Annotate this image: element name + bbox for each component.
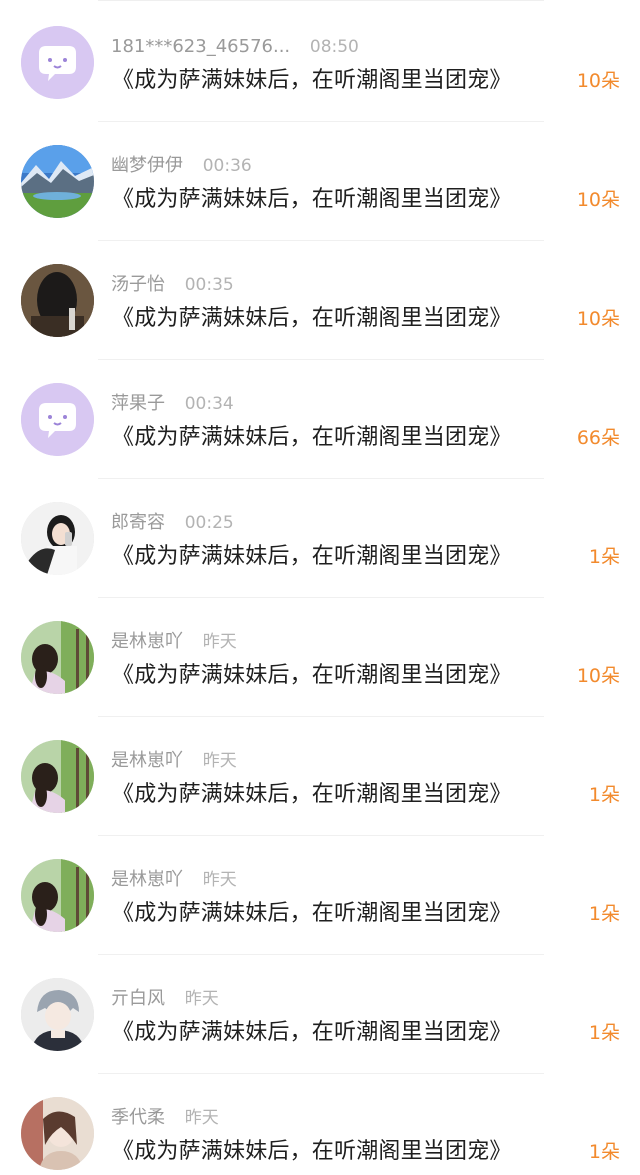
username[interactable]: 是林崽吖: [111, 750, 183, 771]
list-item[interactable]: 幽梦伊伊 00:36 《成为萨满妹妹后，在听潮阁里当团宠》 10朵: [0, 122, 640, 241]
meta-line: 汤子怡 00:35: [111, 273, 234, 297]
username[interactable]: 郎寄容: [111, 512, 165, 533]
girl-trees-avatar[interactable]: [21, 740, 94, 813]
gift-count: 66朵: [576, 427, 620, 449]
list-item[interactable]: 是林崽吖 昨天 《成为萨满妹妹后，在听潮阁里当团宠》 1朵: [0, 717, 640, 836]
meta-line: 是林崽吖 昨天: [111, 630, 237, 654]
username[interactable]: 季代柔: [111, 1107, 165, 1128]
book-title[interactable]: 《成为萨满妹妹后，在听潮阁里当团宠》: [112, 303, 512, 335]
gift-count: 1朵: [588, 903, 620, 925]
meta-line: 郎寄容 00:25: [111, 511, 234, 535]
meta-line: 幽梦伊伊 00:36: [111, 154, 252, 178]
default-avatar[interactable]: [21, 26, 94, 99]
gift-count: 10朵: [576, 665, 620, 687]
username[interactable]: 是林崽吖: [111, 869, 183, 890]
selfie-girl-avatar[interactable]: [21, 502, 94, 575]
gift-count: 1朵: [588, 546, 620, 568]
mountain-lake-avatar[interactable]: [21, 145, 94, 218]
book-title[interactable]: 《成为萨满妹妹后，在听潮阁里当团宠》: [112, 1017, 512, 1049]
list-item[interactable]: 季代柔 昨天 《成为萨满妹妹后，在听潮阁里当团宠》 1朵: [0, 1074, 640, 1175]
timestamp: 昨天: [184, 989, 219, 1009]
meta-line: 季代柔 昨天: [111, 1106, 219, 1130]
timestamp: 昨天: [202, 870, 237, 890]
book-title[interactable]: 《成为萨满妹妹后，在听潮阁里当团宠》: [112, 422, 512, 454]
book-title[interactable]: 《成为萨满妹妹后，在听潮阁里当团宠》: [112, 541, 512, 573]
timestamp: 08:50: [309, 37, 359, 57]
gift-count: 1朵: [588, 1141, 620, 1163]
dark-photo-avatar[interactable]: [21, 264, 94, 337]
list-item[interactable]: 郎寄容 00:25 《成为萨满妹妹后，在听潮阁里当团宠》 1朵: [0, 479, 640, 598]
book-title[interactable]: 《成为萨满妹妹后，在听潮阁里当团宠》: [112, 779, 512, 811]
list-item[interactable]: 汤子怡 00:35 《成为萨满妹妹后，在听潮阁里当团宠》 10朵: [0, 241, 640, 360]
list-item[interactable]: 是林崽吖 昨天 《成为萨满妹妹后，在听潮阁里当团宠》 1朵: [0, 836, 640, 955]
book-title[interactable]: 《成为萨满妹妹后，在听潮阁里当团宠》: [112, 184, 512, 216]
default-avatar[interactable]: [21, 383, 94, 456]
gift-count: 1朵: [588, 784, 620, 806]
timestamp: 00:25: [184, 513, 234, 533]
list-item[interactable]: 181***623_46576... 08:50 《成为萨满妹妹后，在听潮阁里当…: [0, 3, 640, 122]
username[interactable]: 亓白风: [111, 988, 165, 1009]
anime-painting-avatar[interactable]: [21, 1097, 94, 1170]
meta-line: 是林崽吖 昨天: [111, 868, 237, 892]
book-title[interactable]: 《成为萨满妹妹后，在听潮阁里当团宠》: [112, 660, 512, 692]
meta-line: 181***623_46576... 08:50: [111, 35, 359, 59]
book-title[interactable]: 《成为萨满妹妹后，在听潮阁里当团宠》: [112, 1136, 512, 1168]
gift-list: 181***623_46576... 08:50 《成为萨满妹妹后，在听潮阁里当…: [0, 0, 640, 1175]
girl-trees-avatar[interactable]: [21, 859, 94, 932]
timestamp: 昨天: [184, 1108, 219, 1128]
girl-trees-avatar[interactable]: [21, 621, 94, 694]
anime-character-avatar[interactable]: [21, 978, 94, 1051]
book-title[interactable]: 《成为萨满妹妹后，在听潮阁里当团宠》: [112, 898, 512, 930]
book-title[interactable]: 《成为萨满妹妹后，在听潮阁里当团宠》: [112, 65, 512, 97]
gift-count: 10朵: [576, 189, 620, 211]
username[interactable]: 是林崽吖: [111, 631, 183, 652]
meta-line: 是林崽吖 昨天: [111, 749, 237, 773]
timestamp: 00:34: [184, 394, 234, 414]
timestamp: 00:36: [202, 156, 252, 176]
list-item[interactable]: 是林崽吖 昨天 《成为萨满妹妹后，在听潮阁里当团宠》 10朵: [0, 598, 640, 717]
username[interactable]: 萍果子: [111, 393, 165, 414]
timestamp: 00:35: [184, 275, 234, 295]
username[interactable]: 幽梦伊伊: [111, 155, 183, 176]
timestamp: 昨天: [202, 751, 237, 771]
meta-line: 亓白风 昨天: [111, 987, 219, 1011]
gift-count: 10朵: [576, 308, 620, 330]
username[interactable]: 181***623_46576...: [111, 36, 290, 57]
timestamp: 昨天: [202, 632, 237, 652]
list-item[interactable]: 萍果子 00:34 《成为萨满妹妹后，在听潮阁里当团宠》 66朵: [0, 360, 640, 479]
gift-count: 1朵: [588, 1022, 620, 1044]
list-item[interactable]: 亓白风 昨天 《成为萨满妹妹后，在听潮阁里当团宠》 1朵: [0, 955, 640, 1074]
username[interactable]: 汤子怡: [111, 274, 165, 295]
gift-count: 10朵: [576, 70, 620, 92]
meta-line: 萍果子 00:34: [111, 392, 234, 416]
